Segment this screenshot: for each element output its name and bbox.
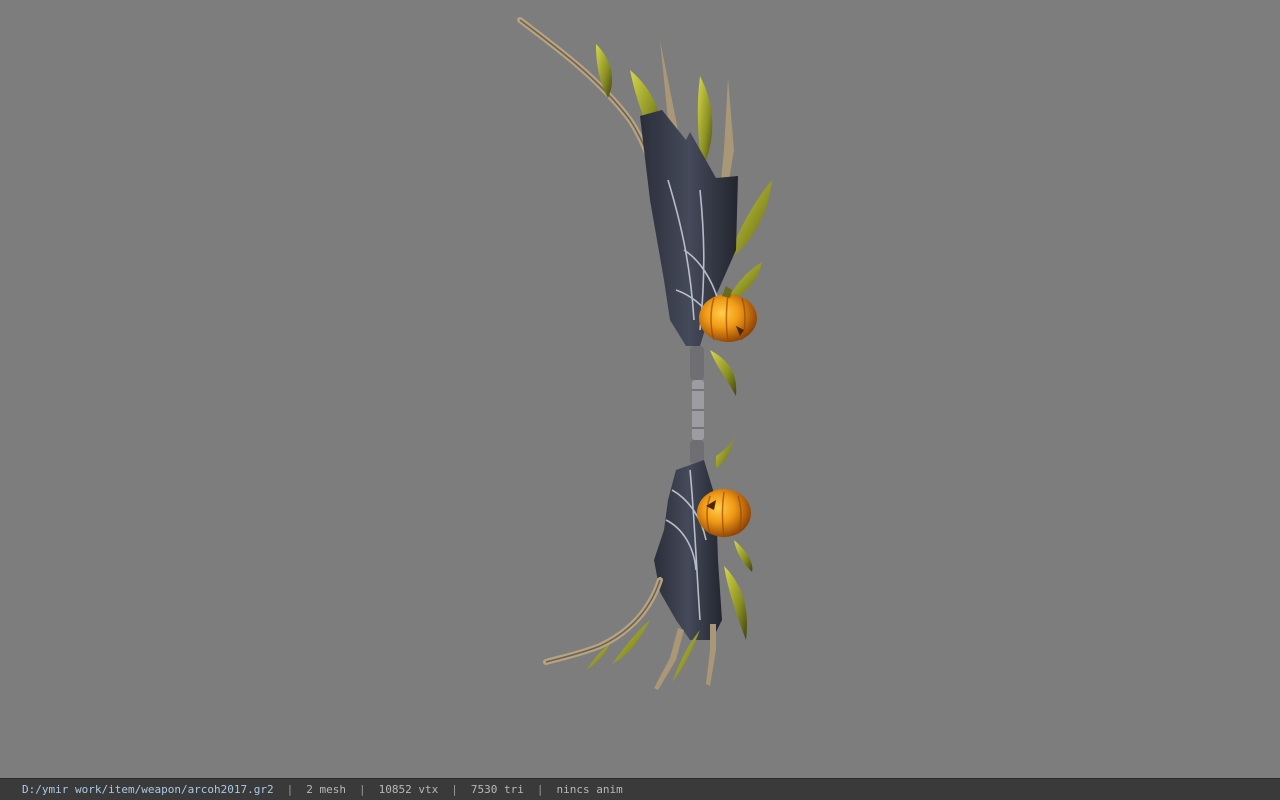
separator: | [286,783,294,796]
animation-status: nincs anim [556,783,623,796]
triangle-count: 7530 tri [470,783,524,796]
pumpkin-bow-icon [517,17,772,690]
separator: | [359,783,366,796]
file-path: D:/ymir work/item/weapon/arcoh2017.gr2 [22,783,274,796]
separator: | [536,783,544,796]
mesh-count: 2 mesh [306,783,347,796]
separator: | [451,783,458,796]
status-bar: D:/ymir work/item/weapon/arcoh2017.gr2 | 2… [0,778,1280,800]
3d-viewport[interactable] [0,0,1280,778]
vertex-count: 10852 vtx [378,783,439,796]
